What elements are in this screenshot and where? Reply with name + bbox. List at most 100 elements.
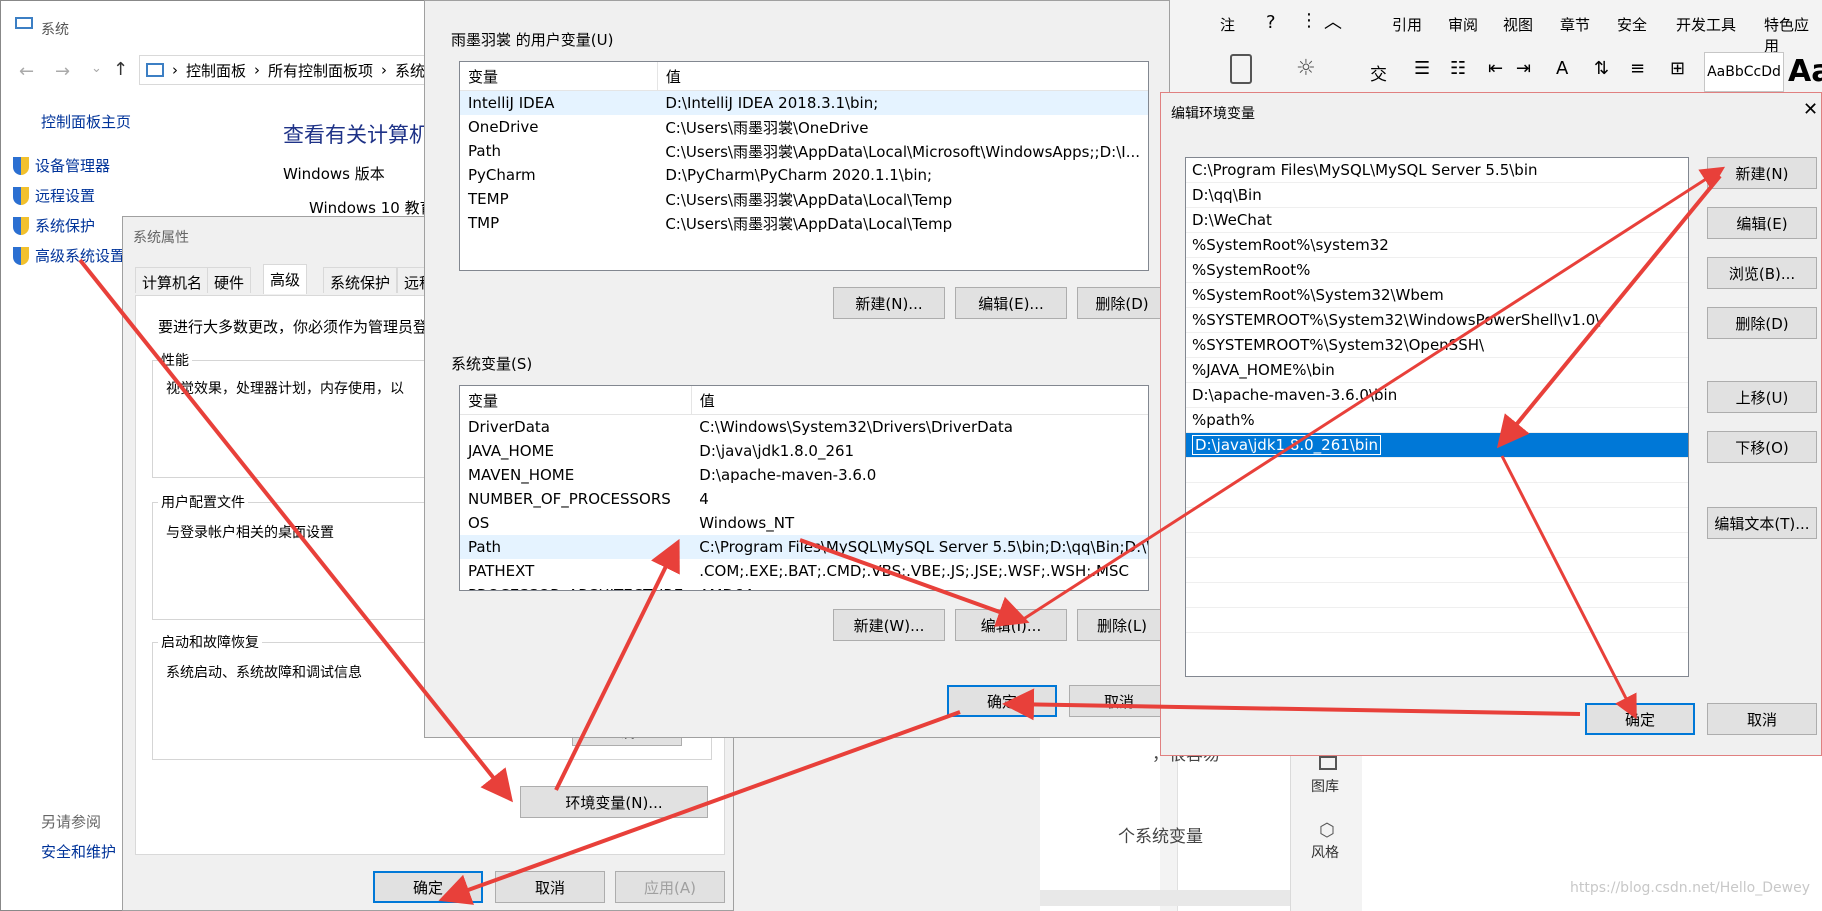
table-row[interactable]: Path C:\Users\雨墨羽裳\AppData\Local\Microsof…: [460, 139, 1148, 163]
nav-back-icon[interactable]: ←: [19, 61, 34, 82]
system-properties-ok-button[interactable]: 确定: [373, 871, 483, 903]
table-row[interactable]: DriverData C:\Windows\System32\Drivers\Dr…: [460, 415, 1148, 440]
indent-icon[interactable]: ⇤: [1488, 58, 1503, 79]
path-entries-list[interactable]: C:\Program Files\MySQL\MySQL Server 5.5\…: [1185, 157, 1689, 677]
list-item[interactable]: D:\apache-maven-3.6.0\bin: [1186, 383, 1688, 408]
breadcrumb-system[interactable]: 系统: [395, 60, 425, 81]
list-item[interactable]: %JAVA_HOME%\bin: [1186, 358, 1688, 383]
column-header-variable[interactable]: 变量: [460, 386, 692, 415]
tab-hardware[interactable]: 硬件: [207, 267, 252, 293]
list-item[interactable]: D:\qq\Bin: [1186, 183, 1688, 208]
list-item[interactable]: %SystemRoot%\system32: [1186, 233, 1688, 258]
table-row[interactable]: PATHEXT .COM;.EXE;.BAT;.CMD;.VBS;.VBE;.JS…: [460, 559, 1148, 583]
bulb-icon[interactable]: ☼: [1296, 56, 1316, 81]
list-item-empty[interactable]: [1186, 583, 1688, 608]
system-edit-button[interactable]: 编辑(I)...: [955, 609, 1067, 641]
list-item-empty[interactable]: [1186, 458, 1688, 483]
nav-recent-icon[interactable]: ⌄: [91, 61, 102, 76]
path-edit-button[interactable]: 编辑(E): [1707, 207, 1817, 239]
convert-icon[interactable]: 交: [1370, 60, 1387, 85]
list-item-empty[interactable]: [1186, 533, 1688, 558]
table-row[interactable]: Path C:\Program Files\MySQL\MySQL Server …: [460, 535, 1148, 559]
table-row[interactable]: IntelliJ IDEA D:\IntelliJ IDEA 2018.3.1\b…: [460, 90, 1148, 115]
table-row[interactable]: PyCharm D:\PyCharm\PyCharm 2020.1.1\bin;: [460, 163, 1148, 187]
list-item[interactable]: C:\Program Files\MySQL\MySQL Server 5.5\…: [1186, 158, 1688, 183]
table-row[interactable]: MAVEN_HOME D:\apache-maven-3.6.0: [460, 463, 1148, 487]
more-icon[interactable]: ⋮: [1300, 10, 1318, 31]
user-edit-button[interactable]: 编辑(E)...: [955, 287, 1067, 319]
system-delete-button[interactable]: 删除(L): [1077, 609, 1167, 641]
list-item-empty[interactable]: [1186, 508, 1688, 533]
ribbon-tab-references[interactable]: 引用: [1392, 14, 1422, 35]
list-item[interactable]: %SYSTEMROOT%\System32\OpenSSH\: [1186, 333, 1688, 358]
table-row[interactable]: OS Windows_NT: [460, 511, 1148, 535]
system-vars-table[interactable]: 变量 值 DriverData C:\Windows\System32\Drive…: [459, 385, 1149, 591]
list-item[interactable]: D:\WeChat: [1186, 208, 1688, 233]
list-item-empty[interactable]: [1186, 608, 1688, 633]
table-row[interactable]: JAVA_HOME D:\java\jdk1.8.0_261: [460, 439, 1148, 463]
table-row[interactable]: NUMBER_OF_PROCESSORS 4: [460, 487, 1148, 511]
ribbon-tab-view[interactable]: 视图: [1503, 14, 1533, 35]
list-item-empty[interactable]: [1186, 483, 1688, 508]
table-row[interactable]: PROCESSOR_ARCHITECTUREAMD64: [460, 583, 1148, 590]
path-browse-button[interactable]: 浏览(B)...: [1707, 257, 1817, 289]
breadcrumb-control-panel[interactable]: 控制面板: [186, 60, 246, 81]
security-maintenance-link[interactable]: 安全和维护: [41, 841, 116, 862]
style-big-sample[interactable]: Aa: [1788, 54, 1822, 89]
user-vars-table[interactable]: 变量 值 IntelliJ IDEA D:\IntelliJ IDEA 2018.…: [459, 61, 1149, 271]
doc-icon[interactable]: [1230, 54, 1252, 84]
column-header-value[interactable]: 值: [657, 62, 1148, 91]
env-cancel-button[interactable]: 取消: [1069, 685, 1169, 717]
user-new-button[interactable]: 新建(N)...: [833, 287, 945, 319]
sort-icon[interactable]: ⇅: [1594, 58, 1609, 79]
user-delete-button[interactable]: 删除(D): [1077, 287, 1167, 319]
list-item[interactable]: %path%: [1186, 408, 1688, 433]
column-header-value[interactable]: 值: [691, 386, 1148, 415]
nav-up-icon[interactable]: ↑: [113, 59, 128, 80]
collapse-icon[interactable]: ︿: [1324, 8, 1342, 34]
word-hscrollbar[interactable]: [1040, 890, 1290, 906]
outdent-icon[interactable]: ⇥: [1516, 58, 1531, 79]
breadcrumb-all-items[interactable]: 所有控制面板项: [268, 60, 373, 81]
help-icon[interactable]: ?: [1266, 12, 1276, 33]
side-item-gallery[interactable]: 图库: [1311, 776, 1339, 796]
list-item[interactable]: %SYSTEMROOT%\System32\WindowsPowerShell\…: [1186, 308, 1688, 333]
list-item-empty[interactable]: [1186, 558, 1688, 583]
number-list-icon[interactable]: ☷: [1450, 58, 1466, 79]
ribbon-tab-review[interactable]: 审阅: [1448, 14, 1478, 35]
edit-env-cancel-button[interactable]: 取消: [1707, 703, 1817, 735]
table-icon[interactable]: ⊞: [1670, 58, 1685, 79]
tab-system-protection[interactable]: 系统保护: [323, 267, 398, 293]
path-move-up-button[interactable]: 上移(U): [1707, 381, 1817, 413]
gallery-icon[interactable]: [1319, 756, 1337, 770]
bullet-list-icon[interactable]: ☰: [1414, 58, 1430, 79]
path-move-down-button[interactable]: 下移(O): [1707, 431, 1817, 463]
column-header-variable[interactable]: 变量: [460, 62, 658, 91]
ribbon-tab-chapter[interactable]: 章节: [1560, 14, 1590, 35]
ribbon-tab-security[interactable]: 安全: [1617, 14, 1647, 35]
system-properties-cancel-button[interactable]: 取消: [495, 871, 605, 903]
control-panel-home-link[interactable]: 控制面板主页: [41, 111, 131, 132]
table-row[interactable]: TEMP C:\Users\雨墨羽裳\AppData\Local\Temp: [460, 187, 1148, 211]
list-item[interactable]: %SystemRoot%\System32\Wbem: [1186, 283, 1688, 308]
nav-device-manager[interactable]: 设备管理器: [13, 155, 110, 176]
environment-variables-button[interactable]: 环境变量(N)...: [520, 786, 708, 818]
system-new-button[interactable]: 新建(W)...: [833, 609, 945, 641]
nav-forward-icon[interactable]: →: [55, 61, 70, 82]
path-new-button[interactable]: 新建(N): [1707, 157, 1817, 189]
table-row[interactable]: OneDrive C:\Users\雨墨羽裳\OneDrive: [460, 115, 1148, 139]
inline-edit-field[interactable]: D:\java\jdk1.8.0_261\bin: [1192, 435, 1382, 455]
list-item-editing[interactable]: D:\java\jdk1.8.0_261\bin: [1186, 433, 1688, 458]
close-icon[interactable]: ✕: [1803, 99, 1818, 120]
env-ok-button[interactable]: 确定: [947, 685, 1057, 717]
style-gallery-item[interactable]: AaBbCcDd: [1704, 52, 1784, 92]
side-item-style[interactable]: 风格: [1311, 842, 1339, 862]
ribbon-tab-devtools[interactable]: 开发工具: [1676, 14, 1736, 35]
tab-computer-name[interactable]: 计算机名: [135, 267, 210, 293]
table-row[interactable]: TMP C:\Users\雨墨羽裳\AppData\Local\Temp: [460, 211, 1148, 235]
address-bar[interactable]: › 控制面板 › 所有控制面板项 › 系统: [139, 55, 439, 85]
nav-system-protection[interactable]: 系统保护: [13, 215, 95, 236]
ribbon-tab-comment[interactable]: 注: [1220, 14, 1235, 35]
ribbon-tab-features[interactable]: 特色应用: [1764, 14, 1822, 56]
font-style-icon[interactable]: A: [1556, 58, 1568, 79]
